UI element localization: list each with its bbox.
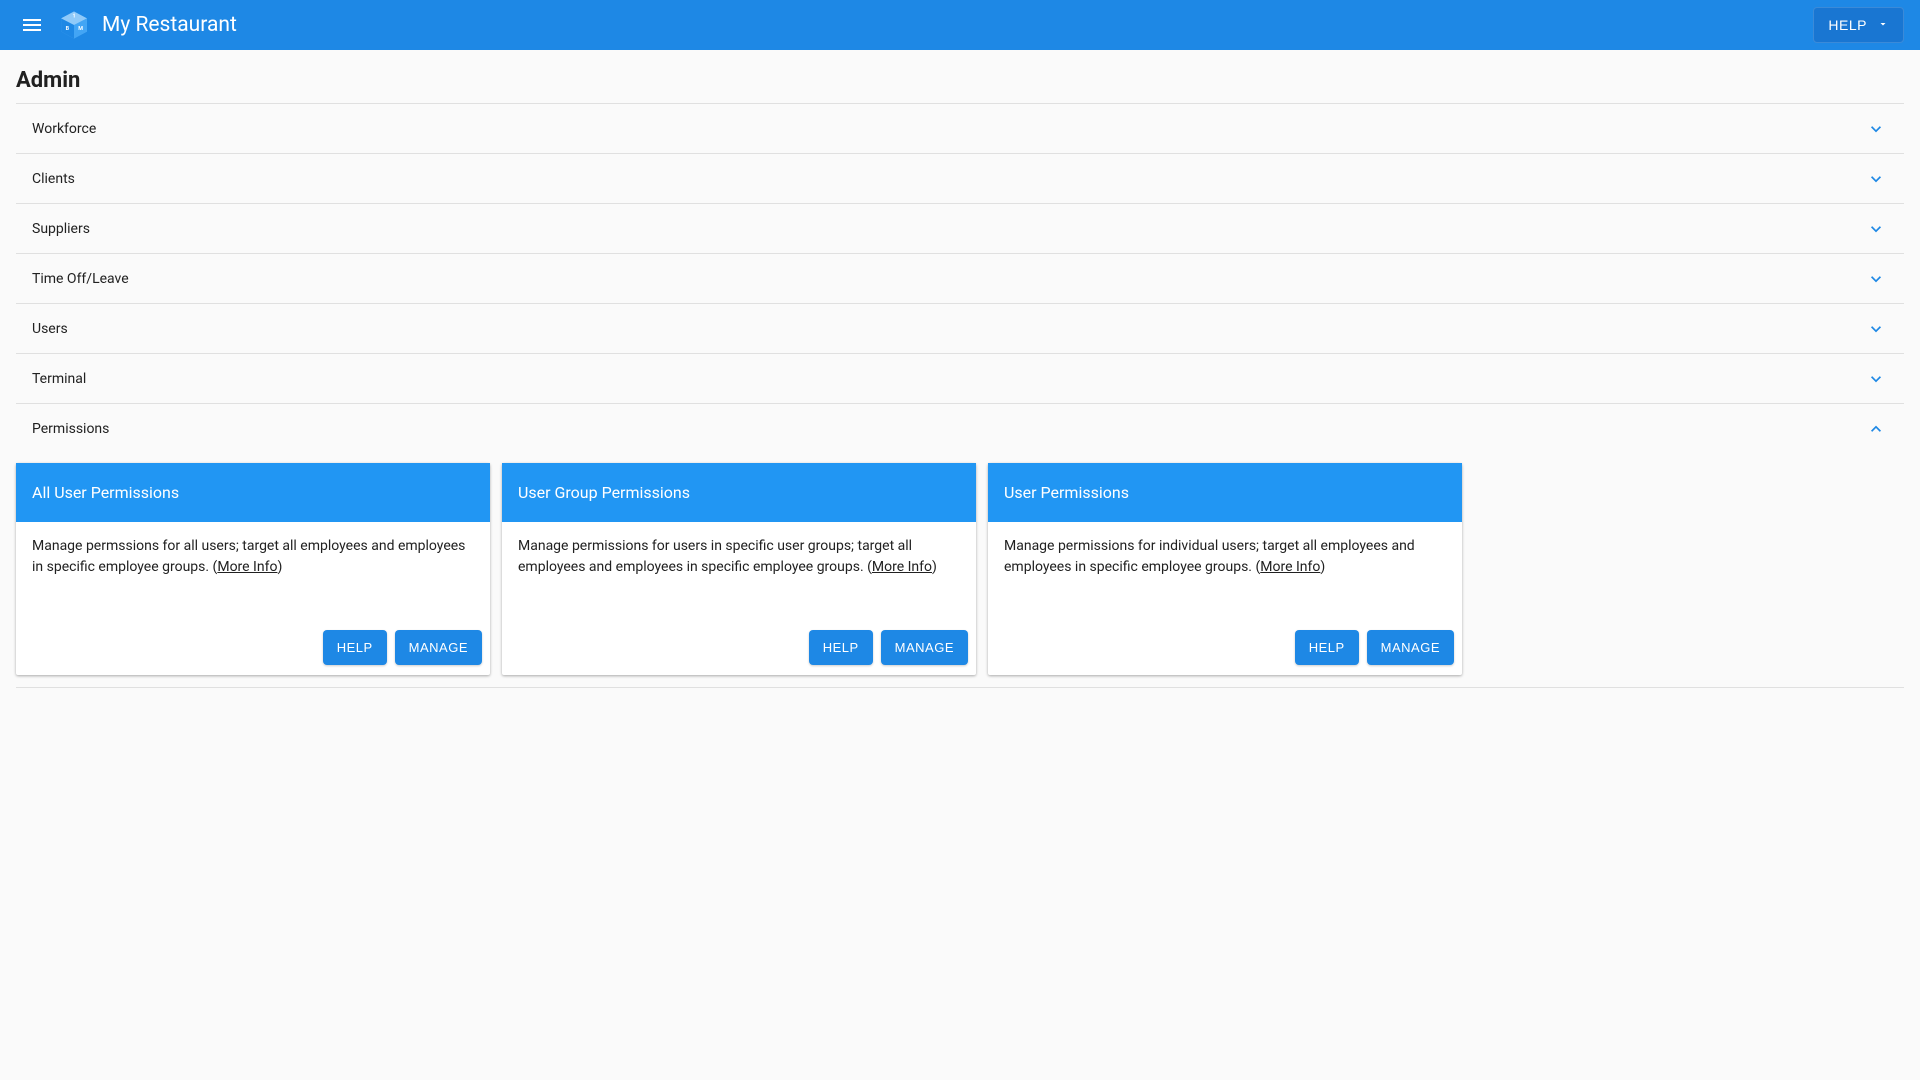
accordion-header-workforce[interactable]: Workforce	[16, 104, 1904, 153]
caret-down-icon	[1877, 17, 1889, 33]
accordion-item-timeoff: Time Off/Leave	[16, 254, 1904, 304]
accordion-item-permissions: Permissions All User Permissions Manage …	[16, 404, 1904, 688]
accordion-header-terminal[interactable]: Terminal	[16, 354, 1904, 403]
hamburger-icon[interactable]	[16, 9, 48, 41]
card-desc-text: Manage permissions for users in specific…	[518, 538, 912, 575]
svg-text:B: B	[66, 26, 70, 32]
help-button[interactable]: HELP	[1295, 630, 1359, 665]
svg-text:M: M	[78, 26, 83, 32]
card-title: All User Permissions	[16, 463, 490, 522]
page-title: Admin	[16, 68, 1904, 93]
manage-button[interactable]: MANAGE	[1367, 630, 1454, 665]
card-footer: HELP MANAGE	[988, 622, 1462, 675]
chevron-down-icon	[1864, 117, 1888, 141]
app-bar: 1 B M My Restaurant HELP	[0, 0, 1920, 50]
chevron-up-icon	[1864, 417, 1888, 441]
accordion-label: Permissions	[32, 421, 109, 437]
help-button[interactable]: HELP	[323, 630, 387, 665]
card-desc-text: Manage permissions for individual users;…	[1004, 538, 1415, 575]
card-title: User Group Permissions	[502, 463, 976, 522]
chevron-down-icon	[1864, 217, 1888, 241]
card-title: User Permissions	[988, 463, 1462, 522]
accordion-header-users[interactable]: Users	[16, 304, 1904, 353]
more-info-link[interactable]: More Info	[1260, 559, 1320, 575]
accordion-header-suppliers[interactable]: Suppliers	[16, 204, 1904, 253]
chevron-down-icon	[1864, 317, 1888, 341]
card-description: Manage permissions for users in specific…	[502, 522, 976, 622]
card-desc-end: )	[932, 559, 937, 575]
app-logo-icon: 1 B M	[58, 9, 90, 41]
chevron-down-icon	[1864, 367, 1888, 391]
manage-button[interactable]: MANAGE	[881, 630, 968, 665]
help-dropdown-label: HELP	[1828, 17, 1867, 33]
card-footer: HELP MANAGE	[502, 622, 976, 675]
accordion-label: Clients	[32, 171, 75, 187]
accordion-label: Time Off/Leave	[32, 271, 129, 287]
accordion-label: Suppliers	[32, 221, 90, 237]
more-info-link[interactable]: More Info	[217, 559, 277, 575]
card-description: Manage permissions for individual users;…	[988, 522, 1462, 622]
svg-text:1: 1	[72, 14, 75, 20]
accordion-header-clients[interactable]: Clients	[16, 154, 1904, 203]
accordion-item-clients: Clients	[16, 154, 1904, 204]
card-desc-end: )	[1320, 559, 1325, 575]
card-desc-end: )	[277, 559, 282, 575]
card-user-permissions: User Permissions Manage permissions for …	[988, 463, 1462, 675]
card-description: Manage permssions for all users; target …	[16, 522, 490, 622]
app-title: My Restaurant	[102, 13, 1813, 37]
page-content: Admin Workforce Clients Suppliers Time O…	[0, 50, 1920, 688]
accordion-item-terminal: Terminal	[16, 354, 1904, 404]
accordion-label: Terminal	[32, 371, 86, 387]
accordion-item-users: Users	[16, 304, 1904, 354]
chevron-down-icon	[1864, 267, 1888, 291]
card-user-group-permissions: User Group Permissions Manage permission…	[502, 463, 976, 675]
permissions-cards: All User Permissions Manage permssions f…	[16, 453, 1904, 687]
accordion-header-permissions[interactable]: Permissions	[16, 404, 1904, 453]
card-all-user-permissions: All User Permissions Manage permssions f…	[16, 463, 490, 675]
accordion-item-workforce: Workforce	[16, 104, 1904, 154]
more-info-link[interactable]: More Info	[872, 559, 932, 575]
help-button[interactable]: HELP	[809, 630, 873, 665]
help-dropdown-button[interactable]: HELP	[1813, 7, 1904, 43]
chevron-down-icon	[1864, 167, 1888, 191]
manage-button[interactable]: MANAGE	[395, 630, 482, 665]
accordion-header-timeoff[interactable]: Time Off/Leave	[16, 254, 1904, 303]
admin-accordion: Workforce Clients Suppliers Time Off/Lea…	[16, 103, 1904, 688]
accordion-label: Users	[32, 321, 68, 337]
accordion-item-suppliers: Suppliers	[16, 204, 1904, 254]
card-footer: HELP MANAGE	[16, 622, 490, 675]
accordion-label: Workforce	[32, 121, 96, 137]
